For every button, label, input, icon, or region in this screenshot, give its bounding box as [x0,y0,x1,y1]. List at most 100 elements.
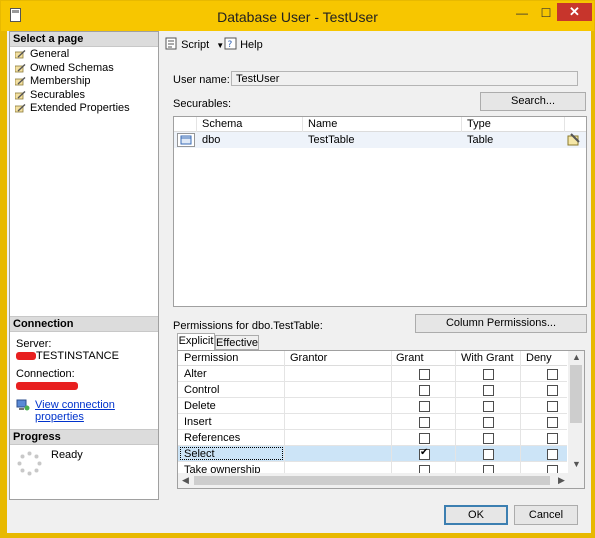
page-item-owned-schemas[interactable]: Owned Schemas [10,62,158,76]
permission-row-references[interactable]: References [178,430,567,446]
view-connection-row[interactable]: View connection properties [10,399,158,423]
script-dropdown-arrow-icon[interactable]: ▼ [216,41,224,50]
server-value: TESTINSTANCE [36,350,119,362]
column-permission[interactable]: Permission [184,352,238,364]
page-item-membership[interactable]: Membership [10,75,158,89]
page-item-extended-properties[interactable]: Extended Properties [10,102,158,116]
permissions-horizontal-scrollbar[interactable]: ◀ ▶ [178,473,584,488]
permission-row-delete[interactable]: Delete [178,398,567,414]
with-grant-checkbox[interactable] [483,401,494,412]
page-item-label: Extended Properties [30,102,130,114]
tab-effective[interactable]: Effective [215,335,259,350]
with-grant-checkbox[interactable] [483,417,494,428]
grant-checkbox[interactable] [419,433,430,444]
with-grant-checkbox[interactable] [483,433,494,444]
scroll-right-arrow-icon[interactable]: ▶ [558,475,565,486]
connection-properties-icon [16,399,30,411]
view-connection-properties-link[interactable]: View connection properties [35,399,115,423]
window-title: Database User - TestUser [217,9,378,25]
deny-checkbox[interactable] [547,433,558,444]
script-icon [165,37,177,50]
properties-icon[interactable] [567,133,581,146]
select-page-header: Select a page [10,32,158,47]
script-button[interactable]: Script ▼ [165,37,224,51]
scroll-down-arrow-icon[interactable]: ▼ [572,459,581,469]
row-schema: dbo [202,134,221,146]
column-with-grant[interactable]: With Grant [461,352,514,364]
permission-row-alter[interactable]: Alter [178,366,567,382]
vertical-scroll-thumb[interactable] [570,365,582,423]
page-item-label: Owned Schemas [30,61,114,74]
connection-value-line [10,380,158,392]
connection-redaction [16,382,78,391]
with-grant-checkbox[interactable] [483,449,494,460]
deny-checkbox[interactable] [547,385,558,396]
permission-name: Delete [184,400,216,412]
grant-checkbox[interactable] [419,401,430,412]
dialog-client: Select a page General Owned Schemas Member… [7,31,591,533]
permission-name: Control [184,384,220,396]
page-item-label: Securables [30,88,86,101]
scroll-left-arrow-icon[interactable]: ◀ [182,475,189,486]
svg-text:?: ? [228,40,233,50]
deny-checkbox[interactable] [547,449,558,460]
close-button[interactable]: ✕ [557,3,592,21]
page-list: General Owned Schemas Membership Securables… [10,47,158,116]
permissions-grid-header: Permission Grantor Grant With Grant Deny [178,351,567,366]
deny-checkbox[interactable] [547,401,558,412]
column-grantor[interactable]: Grantor [290,352,327,364]
column-schema[interactable]: Schema [202,118,242,130]
user-name-field[interactable]: TestUser [231,71,578,86]
row-type: Table [467,134,494,146]
user-name-label: User name: [173,74,230,86]
deny-checkbox[interactable] [547,417,558,428]
grant-checkbox[interactable] [419,417,430,428]
permission-row-control[interactable]: Control [178,382,567,398]
column-grant[interactable]: Grant [396,352,424,364]
column-deny[interactable]: Deny [526,352,552,364]
permission-name: Insert [184,416,212,428]
deny-checkbox[interactable] [547,369,558,380]
help-icon: ? [224,37,237,50]
tab-explicit[interactable]: Explicit [177,333,215,350]
ok-button[interactable]: OK [444,505,508,525]
grant-checkbox[interactable] [419,385,430,396]
permission-row-insert[interactable]: Insert [178,414,567,430]
maximize-button[interactable]: ☐ [533,5,559,21]
permissions-label: Permissions for dbo.TestTable: [173,320,323,332]
help-label: Help [240,39,263,51]
wrench-icon [15,77,26,86]
minimize-button[interactable]: — [509,5,535,21]
row-name: TestTable [308,134,355,146]
help-button[interactable]: ? Help [224,37,263,51]
page-item-label: General [30,48,70,60]
table-row[interactable]: dbo TestTable Table [174,132,586,148]
permission-row-select[interactable]: Select [178,446,567,462]
page-item-general[interactable]: General [10,48,158,62]
column-permissions-button[interactable]: Column Permissions... [415,314,587,333]
server-label: Server: [16,338,52,350]
title-bar[interactable]: Database User - TestUser — ☐ ✕ [1,1,594,31]
progress-status: Ready [51,449,83,461]
column-type[interactable]: Type [467,118,491,130]
table-object-icon [177,133,195,147]
with-grant-checkbox[interactable] [483,369,494,380]
permissions-vertical-scrollbar[interactable]: ▲ ▼ [568,351,584,473]
permission-name: Alter [184,368,207,380]
page-item-label: Membership [30,75,91,87]
search-button[interactable]: Search... [480,92,586,111]
focus-rect [180,447,283,460]
with-grant-checkbox[interactable] [483,385,494,396]
grant-checkbox[interactable] [419,447,430,460]
wrench-icon [15,50,26,59]
wrench-icon [15,90,26,99]
grant-checkbox[interactable] [419,369,430,380]
scroll-up-arrow-icon[interactable]: ▲ [572,352,581,362]
column-name[interactable]: Name [308,118,337,130]
script-label: Script [181,39,210,51]
cancel-button[interactable]: Cancel [514,505,578,525]
server-redaction [16,352,36,361]
page-item-securables[interactable]: Securables [10,89,158,103]
horizontal-scroll-thumb[interactable] [194,476,550,485]
securables-grid-header: Schema Name Type [174,117,586,132]
